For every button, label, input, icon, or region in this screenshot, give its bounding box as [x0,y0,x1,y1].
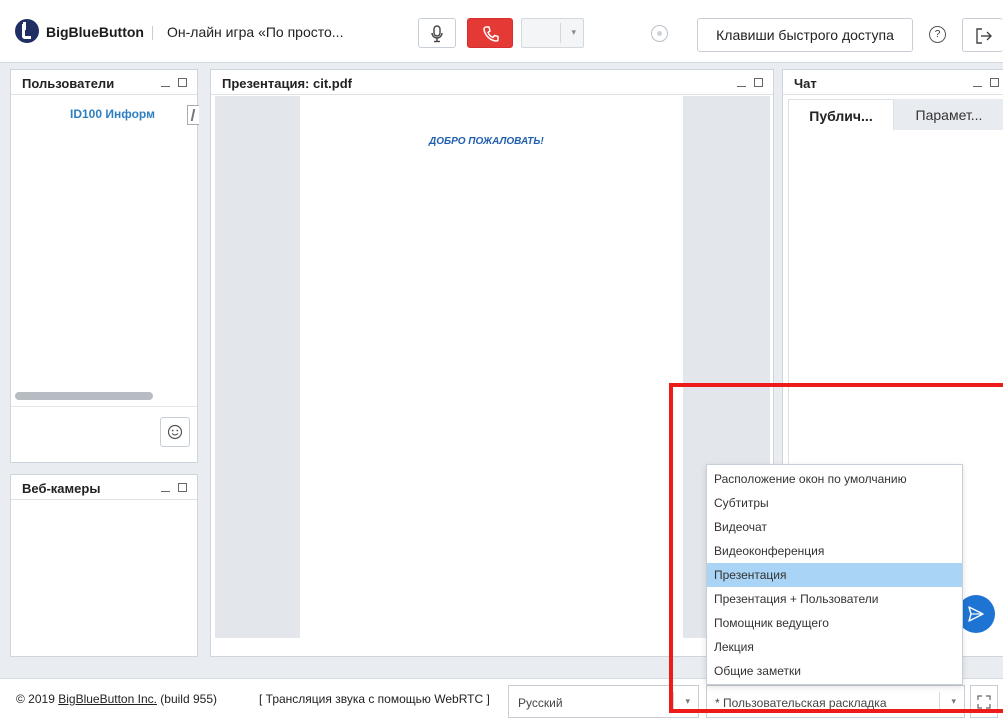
layout-option[interactable]: Видеочат [707,515,962,539]
minimize-icon[interactable] [161,76,170,87]
tab-public-chat[interactable]: Публич... [788,99,894,131]
language-select[interactable]: Русский ▾ [508,685,699,718]
layout-option-selected[interactable]: Презентация [707,563,962,587]
minimize-icon[interactable] [973,76,982,87]
chevron-down-icon: ▾ [951,696,956,706]
maximize-icon[interactable] [990,78,999,87]
bigbluebutton-link[interactable]: BigBlueButton Inc. [58,692,157,706]
layout-value: * Пользовательская раскладка [715,696,887,710]
microphone-icon [431,25,443,43]
fullscreen-icon [977,695,991,709]
presentation-panel: Презентация: cit.pdf ДОБРО ПОЖАЛОВАТЬ! [210,69,774,657]
meeting-title: Он-лайн игра «По просто... [167,24,344,40]
chat-tabs: Публич... Парамет... [788,99,1003,131]
shortcuts-button[interactable]: Клавиши быстрого доступа [697,18,913,52]
presentation-panel-header: Презентация: cit.pdf [211,70,773,95]
minimize-icon[interactable] [161,481,170,492]
layout-option[interactable]: Презентация + Пользователи [707,587,962,611]
chevron-down-icon: ▾ [685,696,690,706]
presentation-slide-area[interactable]: ДОБРО ПОЖАЛОВАТЬ! [215,96,770,638]
maximize-icon[interactable] [178,483,187,492]
layout-option[interactable]: Лекция [707,635,962,659]
send-icon [968,606,984,622]
language-value: Русский [518,696,563,710]
record-icon[interactable] [651,25,668,42]
user-mic-icon[interactable] [187,105,199,125]
layout-option[interactable]: Субтитры [707,491,962,515]
minimize-icon[interactable] [737,76,746,87]
horizontal-scrollbar[interactable] [15,392,153,400]
chat-panel-title: Чат [794,76,817,91]
layout-select[interactable]: * Пользовательская раскладка ▾ [706,685,965,718]
users-panel: Пользователи ID100 Информ [10,69,199,463]
microphone-button[interactable] [418,18,456,48]
brand-name: BigBlueButton [46,24,144,40]
maximize-icon[interactable] [178,78,187,87]
tab-chat-options[interactable]: Парамет... [894,99,1003,131]
layout-option[interactable]: Видеоконференция [707,539,962,563]
chat-panel-header: Чат [783,70,1003,95]
device-select[interactable]: ▾ [521,18,584,48]
phone-icon [483,26,499,42]
help-icon[interactable]: ? [929,26,946,43]
layout-dropdown-menu: Расположение окон по умолчанию Субтитры … [706,464,963,685]
layout-option[interactable]: Помощник ведущего [707,611,962,635]
footer: © 2019 BigBlueButton Inc. (build 955) [ … [0,678,1003,727]
users-panel-header: Пользователи [11,70,197,95]
hang-up-button[interactable] [467,18,513,48]
layout-option[interactable]: Расположение окон по умолчанию [707,467,962,491]
copyright: © 2019 BigBlueButton Inc. (build 955) [16,692,217,706]
slide-text: ДОБРО ПОЖАЛОВАТЬ! [429,136,544,147]
emoji-status-button[interactable] [160,417,190,447]
smiley-icon [167,424,183,440]
user-name[interactable]: ID100 Информ [70,107,155,121]
users-panel-title: Пользователи [22,76,115,91]
webrtc-status: [ Трансляция звука с помощью WebRTC ] [259,692,490,706]
webcams-panel-title: Веб-камеры [22,481,101,496]
top-bar: BigBlueButton Он-лайн игра «По просто...… [0,0,1003,63]
layout-option[interactable]: Общие заметки [707,659,962,683]
brand-separator [152,26,153,40]
logout-button[interactable] [962,18,1003,52]
bigbluebutton-logo-icon [15,19,39,43]
chevron-down-icon: ▾ [571,27,576,37]
fullscreen-button[interactable] [970,685,998,718]
webcams-panel-header: Веб-камеры [11,475,197,500]
maximize-icon[interactable] [754,78,763,87]
webcams-panel: Веб-камеры [10,474,198,657]
logout-icon [976,28,992,44]
presentation-panel-title: Презентация: cit.pdf [222,76,352,91]
